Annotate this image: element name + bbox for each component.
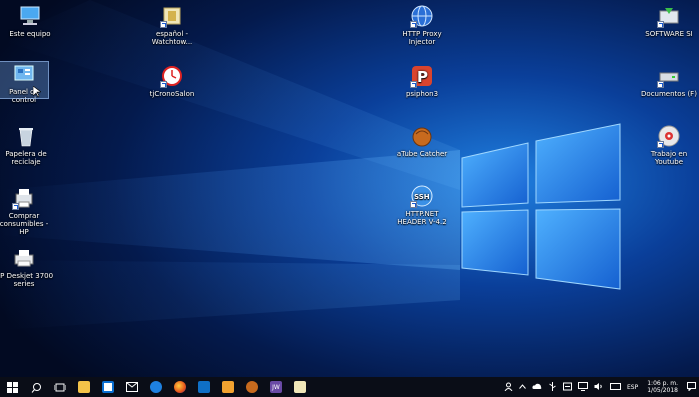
desktop-icon-watchtower[interactable]: español - Watchtow...: [142, 4, 202, 46]
shortcut-arrow-icon: [657, 141, 664, 148]
language-indicator[interactable]: ESP: [627, 384, 638, 391]
desktop-icon-psiphon3[interactable]: P psiphon3: [392, 64, 452, 98]
windows-logo-icon: [6, 381, 18, 393]
desktop-icon-label: SOFTWARE SI: [645, 30, 693, 38]
watchtower-library-icon: [294, 381, 306, 393]
taskbar-jw[interactable]: JW: [264, 377, 288, 397]
globe-icon: [410, 4, 434, 28]
desktop-icon-http-net-header[interactable]: SSH HTTP.NET HEADER V-4.2: [392, 184, 452, 226]
recycle-bin-icon: [14, 124, 38, 148]
watchtower-library-icon: [160, 4, 184, 28]
disc-icon: [657, 124, 681, 148]
usb-icon[interactable]: [548, 381, 557, 393]
software-folder-icon: [657, 4, 681, 28]
desktop-icon-label: aTube Catcher: [396, 150, 448, 158]
taskbar-file-explorer[interactable]: [72, 377, 96, 397]
catcher-glove-icon: [410, 124, 434, 148]
desktop-icon-buy-supplies[interactable]: Comprar consumibles - HP: [0, 186, 54, 236]
mail-icon: [126, 382, 138, 392]
desktop-wallpaper: [0, 0, 699, 377]
keyboard-icon[interactable]: [610, 382, 622, 392]
media-player-icon: [222, 381, 234, 393]
desktop-icon-label: español - Watchtow...: [151, 30, 193, 46]
cloud-icon[interactable]: [532, 383, 542, 392]
desktop-icon-software-si[interactable]: SOFTWARE SI: [639, 4, 699, 38]
clock[interactable]: 1:06 p. m. 1/05/2018: [647, 380, 678, 394]
taskbar-atube-catcher[interactable]: [240, 377, 264, 397]
desktop-icon-http-proxy-injector[interactable]: HTTP Proxy Injector: [392, 4, 452, 46]
taskbar-firefox[interactable]: [168, 377, 192, 397]
printer-supplies-icon: [12, 186, 36, 210]
shortcut-arrow-icon: [160, 21, 167, 28]
svg-text:P: P: [417, 68, 428, 86]
ssh-globe-icon: SSH: [410, 184, 434, 208]
drive-icon: [657, 64, 681, 88]
desktop-icon-hp-deskjet[interactable]: HP Deskjet 3700 series: [0, 246, 54, 288]
desktop-icon-documentos-f[interactable]: Documentos (F): [639, 64, 699, 98]
action-icon[interactable]: [563, 382, 573, 393]
edge-icon: [150, 381, 162, 393]
taskbar-outlook[interactable]: [192, 377, 216, 397]
network-icon[interactable]: [578, 381, 589, 393]
desktop-icon-recycle-bin[interactable]: Papelera de reciclaje: [0, 124, 56, 166]
shortcut-arrow-icon: [657, 21, 664, 28]
chevron-up-icon[interactable]: [519, 383, 526, 391]
svg-text:SSH: SSH: [414, 193, 430, 201]
jw-label: JW: [272, 383, 280, 391]
taskbar-store[interactable]: [96, 377, 120, 397]
this-pc-icon: [18, 4, 42, 28]
outlook-icon: [198, 381, 210, 393]
control-panel-icon: [12, 62, 36, 86]
shortcut-arrow-icon: [657, 81, 664, 88]
taskbar-watchtower-library[interactable]: [288, 377, 312, 397]
file-explorer-icon: [78, 381, 90, 393]
task-view-icon: [54, 383, 66, 391]
printer-icon: [12, 246, 36, 270]
volume-icon[interactable]: [594, 382, 604, 393]
desktop-icon-atube-catcher[interactable]: aTube Catcher: [392, 124, 452, 158]
taskbar-media-player[interactable]: [216, 377, 240, 397]
desktop-icon-this-pc[interactable]: Este equipo: [0, 4, 60, 38]
shortcut-arrow-icon: [160, 81, 167, 88]
start-button[interactable]: [0, 377, 24, 397]
taskbar: JW ESP 1:06 p. m. 1/05/2018: [0, 377, 699, 397]
desktop-icon-label: HP Deskjet 3700 series: [0, 272, 54, 288]
task-view-button[interactable]: [48, 377, 72, 397]
shortcut-arrow-icon: [12, 203, 19, 210]
desktop-icon-label: HTTP.NET HEADER V-4.2: [397, 210, 447, 226]
desktop-icon-trabajo-youtube[interactable]: Trabajo en Youtube: [639, 124, 699, 166]
desktop-icon-tjcronosalon[interactable]: tjCronoSalon: [142, 64, 202, 98]
search-icon: [31, 382, 41, 393]
crono-clock-icon: [160, 64, 184, 88]
system-tray: ESP 1:06 p. m. 1/05/2018: [501, 377, 699, 397]
search-button[interactable]: [24, 377, 48, 397]
atube-catcher-icon: [246, 381, 258, 393]
taskbar-mail[interactable]: [120, 377, 144, 397]
desktop-icon-label: HTTP Proxy Injector: [402, 30, 442, 46]
clock-date: 1/05/2018: [647, 387, 678, 394]
store-icon: [102, 381, 114, 393]
shortcut-arrow-icon: [410, 81, 417, 88]
psiphon-icon: P: [410, 64, 434, 88]
people-icon[interactable]: [504, 382, 513, 393]
desktop-icon-label: Documentos (F): [641, 90, 697, 98]
desktop-icon-label: tjCronoSalon: [149, 90, 195, 98]
jw-icon: JW: [270, 381, 282, 393]
taskbar-edge[interactable]: [144, 377, 168, 397]
desktop-icon-label: Papelera de reciclaje: [5, 150, 47, 166]
desktop-icon-label: Trabajo en Youtube: [650, 150, 688, 166]
desktop-icon-label: Comprar consumibles - HP: [0, 212, 49, 236]
notification-icon[interactable]: [687, 381, 696, 393]
shortcut-arrow-icon: [410, 201, 417, 208]
clock-time: 1:06 p. m.: [647, 380, 678, 387]
desktop-icon-label: Este equipo: [9, 30, 51, 38]
firefox-icon: [174, 381, 186, 393]
shortcut-arrow-icon: [410, 21, 417, 28]
desktop-icon-label: psiphon3: [405, 90, 439, 98]
